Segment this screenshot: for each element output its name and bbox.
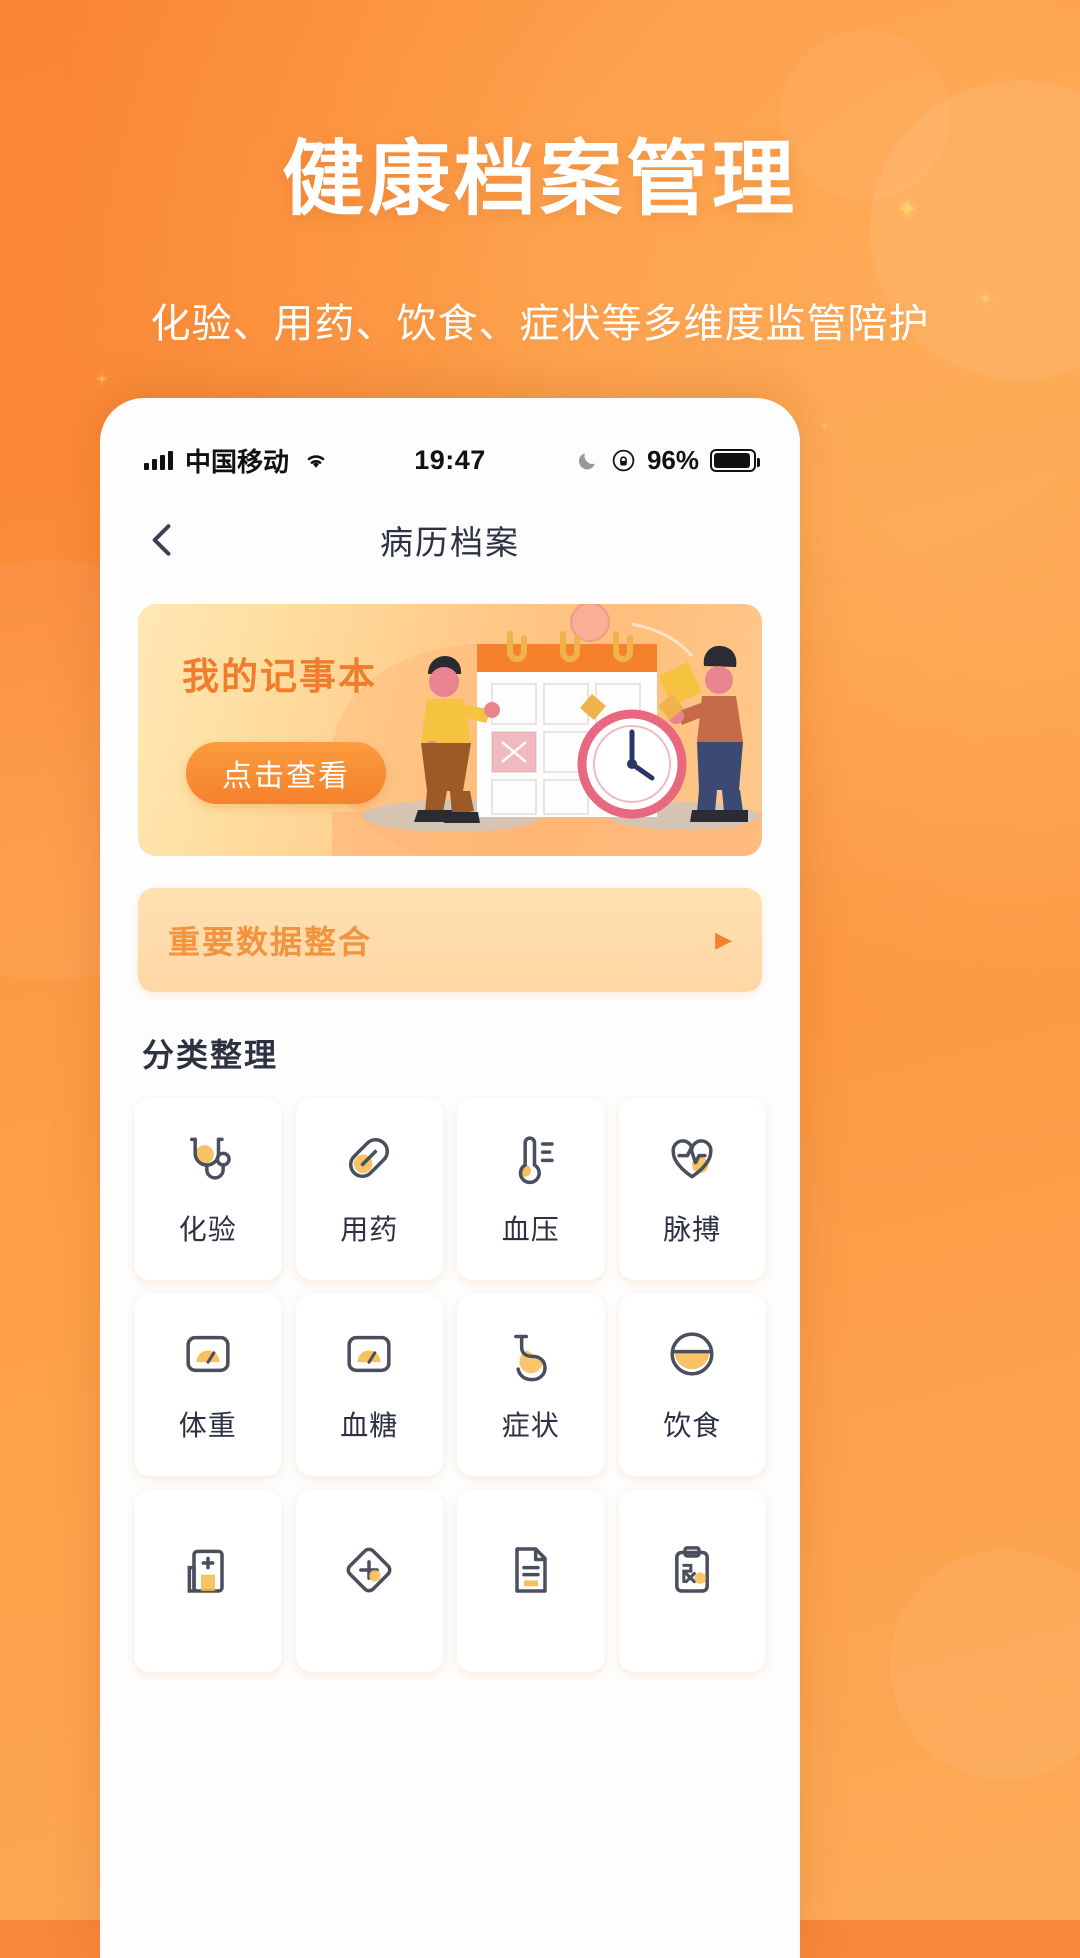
grid-item-zhengzhuang[interactable]: 症状 [457,1294,605,1476]
section-title: 分类整理 [142,1037,279,1073]
grid-item-prescription[interactable] [618,1490,766,1672]
category-grid: 化验 用药 血压 脉搏 体重 血糖 症状 饮食 [134,1098,766,1672]
grid-item-label: 血糖 [340,1410,399,1441]
calendar-people-clock-illustration [332,604,762,856]
important-data-label: 重要数据整合 [168,924,373,960]
decorative-blob [890,1550,1080,1780]
grid-item-medical-cross[interactable] [295,1490,443,1672]
play-arrow-icon: ▶ [715,927,732,952]
hero-subtitle: 化验、用药、饮食、症状等多维度监管陪护 [150,302,930,346]
grid-item-xuetang[interactable]: 血糖 [295,1294,443,1476]
hero-title: 健康档案管理 [281,134,798,225]
bowl-food-icon [670,1332,714,1376]
status-bar-time: 19:47 [414,444,486,475]
grid-item-hospital[interactable] [134,1490,282,1672]
grid-item-maibo[interactable]: 脉搏 [618,1098,766,1280]
blood-sugar-icon [347,1335,391,1373]
weight-scale-icon [186,1335,230,1373]
grid-item-xueya[interactable]: 血压 [457,1098,605,1280]
page-title: 病历档案 [380,524,520,561]
grid-item-label: 饮食 [663,1410,722,1441]
nav-bar: 病历档案 [100,494,800,586]
grid-item-yinshi[interactable]: 饮食 [618,1294,766,1476]
grid-item-label: 体重 [178,1410,237,1441]
grid-item-label: 血压 [501,1214,560,1245]
status-bar: 中国移动 19:47 96% [100,398,800,494]
thermometer-icon [518,1136,554,1185]
prescription-clipboard-icon [675,1546,710,1593]
important-data-row[interactable]: 重要数据整合 ▶ [138,888,762,992]
heart-pulse-icon [671,1139,713,1179]
stomach-icon [513,1334,547,1382]
grid-item-label: 症状 [501,1410,560,1441]
grid-item-huayan[interactable]: 化验 [134,1098,282,1280]
document-icon [515,1547,547,1593]
phone-mockup: 中国移动 19:47 96% 病历档案 我的记事本 点击查看 重要数据整合 ▶ … [100,398,800,1958]
grid-item-yongyao[interactable]: 用药 [295,1098,443,1280]
grid-item-document[interactable] [457,1490,605,1672]
hospital-icon [187,1549,224,1593]
banner-cta-button[interactable]: 点击查看 [186,742,386,804]
notebook-banner[interactable]: 我的记事本 点击查看 [138,604,762,856]
chevron-left-icon[interactable] [140,518,184,562]
medical-cross-diamond-icon [346,1547,392,1593]
grid-item-label: 化验 [178,1214,237,1245]
sparkle-icon: ✦ [819,419,830,433]
grid-item-tizhong[interactable]: 体重 [134,1294,282,1476]
hero-text-block: 健康档案管理 化验、用药、饮食、症状等多维度监管陪护 [0,0,1080,349]
battery-icon [710,448,760,472]
banner-title: 我的记事本 [182,656,377,697]
grid-item-label: 脉搏 [663,1214,722,1245]
capsule-pill-icon [349,1137,390,1179]
stethoscope-icon [189,1137,231,1180]
grid-item-label: 用药 [340,1214,399,1245]
sparkle-icon: ✦ [96,371,108,387]
